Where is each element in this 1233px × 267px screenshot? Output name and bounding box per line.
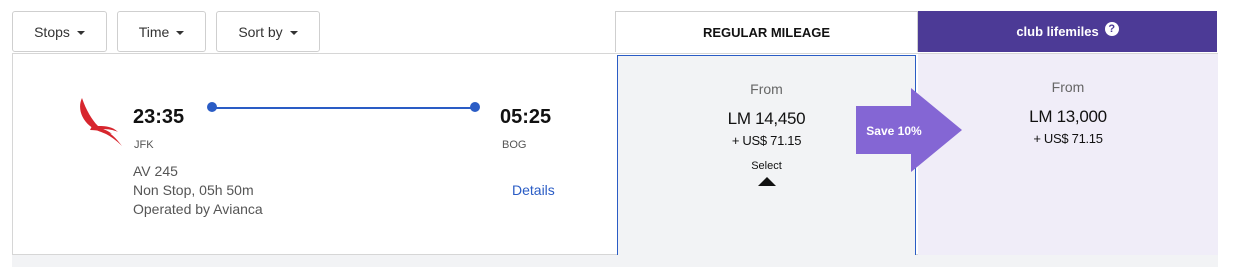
club-lifemiles-label: club lifemiles — [1016, 24, 1099, 39]
arrival-time: 05:25 — [500, 106, 552, 128]
caret-up-icon — [758, 177, 776, 186]
club-from-label: From — [1051, 79, 1085, 95]
flight-card: 23:35 JFK 05:25 BOG AV 245 Non Stop, 05h… — [12, 53, 1218, 255]
club-cash-price: + US$ 71.15 — [1033, 131, 1103, 146]
club-miles-price: LM 13,000 — [1029, 107, 1107, 126]
route-start-dot — [207, 102, 217, 112]
caret-down-icon — [176, 30, 185, 35]
details-link[interactable]: Details — [512, 182, 555, 198]
departure-airport-code: JFK — [134, 139, 154, 151]
sort-by-button[interactable]: Sort by — [216, 11, 320, 52]
time-filter-button[interactable]: Time — [117, 11, 206, 52]
route-end-dot — [470, 102, 480, 112]
stops-duration: Non Stop, 05h 50m — [133, 182, 254, 198]
regular-mileage-label: REGULAR MILEAGE — [702, 24, 831, 40]
caret-down-icon — [289, 30, 298, 35]
regular-mileage-header: REGULAR MILEAGE — [615, 11, 918, 52]
flight-results: Stops Time Sort by REGULAR MILEAGE club … — [0, 0, 1233, 267]
club-lifemiles-header: club lifemiles ? — [918, 11, 1217, 52]
avianca-logo-icon — [80, 98, 122, 146]
flight-number: AV 245 — [133, 163, 178, 179]
club-fare-option[interactable]: From LM 13,000 + US$ 71.15 — [918, 54, 1218, 255]
bottom-band — [12, 255, 1218, 267]
arrival-airport-code: BOG — [502, 139, 527, 151]
stops-filter-label: Stops — [34, 23, 70, 40]
sort-by-label: Sort by — [238, 23, 283, 40]
stops-filter-button[interactable]: Stops — [12, 11, 107, 52]
caret-down-icon — [76, 30, 85, 35]
save-badge: Save 10% — [866, 124, 922, 138]
departure-time: 23:35 — [133, 106, 185, 128]
time-filter-label: Time — [138, 23, 170, 40]
operated-by: Operated by Avianca — [133, 201, 263, 217]
route-line — [212, 107, 476, 109]
help-icon[interactable]: ? — [1104, 21, 1119, 36]
